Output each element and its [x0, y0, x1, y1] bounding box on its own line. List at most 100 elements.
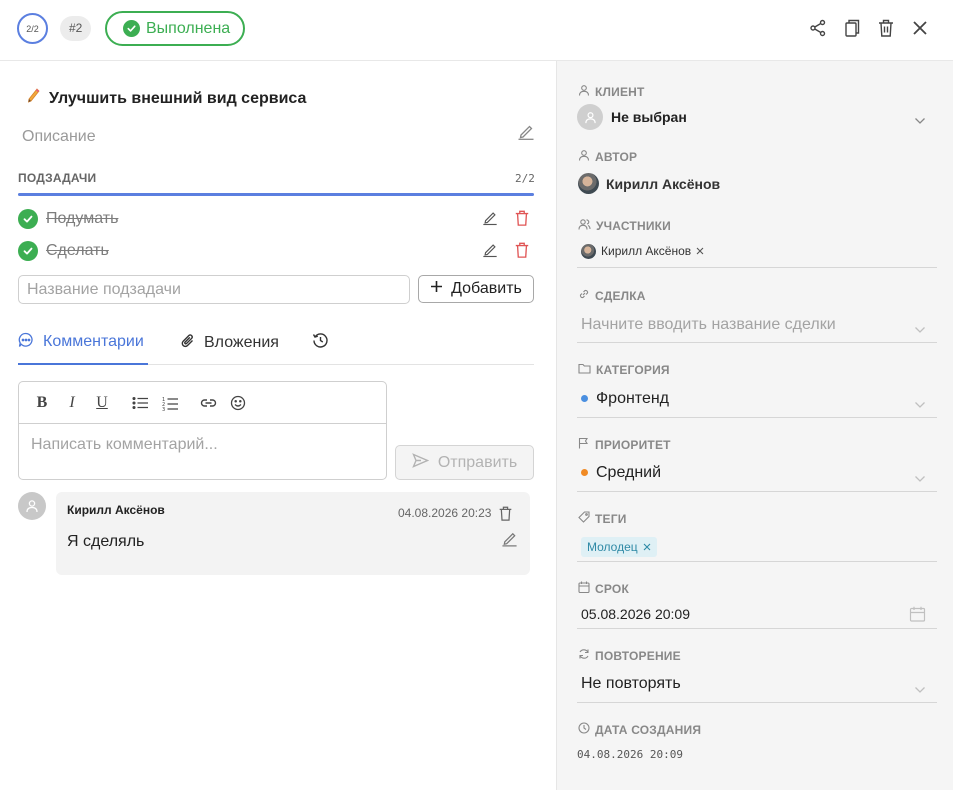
add-subtask-button[interactable]: Добавить	[418, 275, 534, 303]
created-label-text: ДАТА СОЗДАНИЯ	[595, 722, 702, 737]
close-icon[interactable]	[909, 17, 931, 39]
deal-label-text: СДЕЛКА	[595, 288, 646, 303]
deadline-input[interactable]: 05.08.2026 20:09	[581, 606, 690, 622]
task-title-text: Улучшить внешний вид сервиса	[49, 90, 307, 107]
flag-icon	[578, 437, 590, 452]
tab-attachments-label: Вложения	[204, 334, 279, 351]
priority-value: Средний	[596, 464, 662, 481]
description-placeholder[interactable]: Описание	[22, 128, 96, 146]
tab-history[interactable]	[312, 329, 329, 365]
participants-label-text: УЧАСТНИКИ	[596, 218, 672, 233]
copy-icon[interactable]	[841, 17, 863, 39]
status-button[interactable]: Выполнена	[105, 11, 246, 46]
client-select[interactable]: Не выбран	[577, 104, 937, 130]
status-label: Выполнена	[146, 19, 231, 37]
send-comment-button[interactable]: Отправить	[395, 445, 534, 480]
bullet-list-icon[interactable]	[130, 394, 150, 412]
remove-x-icon[interactable]	[643, 540, 651, 554]
tag-name: Молодец	[587, 540, 638, 554]
priority-color-dot	[581, 469, 588, 477]
repeat-select[interactable]: Не повторять	[581, 675, 681, 693]
progress-text: 2/2	[26, 23, 39, 34]
avatar	[578, 173, 599, 194]
tab-comments[interactable]: Комментарии	[18, 329, 148, 365]
category-label: КАТЕГОРИЯ	[578, 363, 670, 377]
paperclip-icon	[181, 333, 195, 354]
edit-pencil-icon[interactable]	[501, 531, 518, 552]
created-value: 04.08.2026 20:09	[577, 748, 683, 761]
deal-input[interactable]: Начните вводить название сделки	[581, 316, 836, 334]
check-circle-icon[interactable]	[18, 241, 38, 261]
deal-label: СДЕЛКА	[578, 288, 646, 303]
user-icon	[578, 84, 590, 99]
edit-pencil-icon[interactable]	[517, 124, 535, 145]
share-icon[interactable]	[807, 17, 829, 39]
comment-input[interactable]	[19, 424, 385, 478]
plus-icon	[430, 280, 443, 298]
svg-text:3: 3	[162, 407, 165, 411]
repeat-icon	[578, 648, 590, 663]
subtask-name-input[interactable]	[18, 275, 410, 304]
task-number-badge: #2	[60, 16, 92, 41]
field-divider	[577, 491, 937, 492]
edit-pencil-icon[interactable]	[482, 210, 498, 231]
field-divider	[577, 702, 937, 703]
task-details-sidebar: КЛИЕНТ Не выбран АВТОР Кирилл Аксёнов УЧ…	[556, 61, 953, 790]
chevron-down-icon[interactable]	[914, 321, 926, 339]
check-circle-icon[interactable]	[18, 209, 38, 229]
add-subtask-label: Добавить	[451, 280, 522, 297]
field-divider	[577, 417, 937, 418]
folder-icon	[578, 363, 591, 377]
link-icon	[578, 288, 590, 303]
field-divider	[577, 561, 937, 562]
author-label: АВТОР	[578, 149, 637, 164]
subtasks-heading: ПОДЗАДАЧИ	[18, 171, 97, 185]
tag-icon	[578, 511, 590, 526]
check-circle-icon	[123, 20, 140, 37]
comment-card: Кирилл Аксёнов 04.08.2026 20:23 Я сделял…	[56, 492, 530, 575]
tab-attachments[interactable]: Вложения	[181, 329, 279, 365]
underline-button[interactable]: U	[92, 394, 112, 412]
numbered-list-icon[interactable]: 123	[160, 394, 180, 412]
calendar-icon[interactable]	[909, 606, 926, 627]
participant-name: Кирилл Аксёнов	[601, 244, 692, 258]
tags-label-text: ТЕГИ	[595, 511, 627, 526]
chevron-down-icon[interactable]	[914, 396, 926, 414]
remove-x-icon[interactable]	[696, 244, 704, 258]
comment-text: Я сделяль	[67, 533, 145, 550]
author-label-text: АВТОР	[595, 149, 638, 164]
field-divider	[577, 267, 937, 268]
subtasks-progress-bar	[18, 193, 534, 196]
category-select[interactable]: Фронтенд	[581, 390, 669, 408]
tab-comments-label: Комментарии	[43, 333, 144, 350]
trash-icon[interactable]	[498, 505, 513, 527]
link-icon[interactable]	[198, 394, 218, 412]
trash-icon[interactable]	[514, 209, 530, 232]
edit-pencil-icon[interactable]	[482, 242, 498, 263]
trash-icon[interactable]	[875, 17, 897, 39]
comment-editor: B I U 123	[18, 381, 387, 480]
emoji-icon[interactable]	[228, 394, 248, 412]
field-divider	[577, 628, 937, 629]
bold-button[interactable]: B	[32, 394, 52, 412]
task-main-panel: Улучшить внешний вид сервиса Описание ПО…	[0, 61, 556, 790]
subtask-label[interactable]: Сделать	[46, 242, 109, 260]
avatar	[18, 492, 46, 520]
client-label-text: КЛИЕНТ	[595, 84, 645, 99]
subtask-label[interactable]: Подумать	[46, 210, 118, 228]
italic-button[interactable]: I	[62, 394, 82, 412]
task-title[interactable]: Улучшить внешний вид сервиса	[26, 88, 306, 110]
field-divider	[577, 342, 937, 343]
chevron-down-icon[interactable]	[914, 112, 926, 130]
priority-label-text: ПРИОРИТЕТ	[595, 437, 671, 452]
subtask-row: Сделать	[18, 239, 534, 263]
chevron-down-icon[interactable]	[914, 681, 926, 699]
client-value: Не выбран	[611, 109, 687, 125]
priority-select[interactable]: Средний	[581, 464, 661, 482]
author-value: Кирилл Аксёнов	[606, 175, 721, 192]
chevron-down-icon[interactable]	[914, 470, 926, 488]
trash-icon[interactable]	[514, 241, 530, 264]
progress-indicator: 2/2	[17, 13, 48, 44]
tags-label: ТЕГИ	[578, 511, 627, 526]
avatar	[581, 243, 596, 259]
